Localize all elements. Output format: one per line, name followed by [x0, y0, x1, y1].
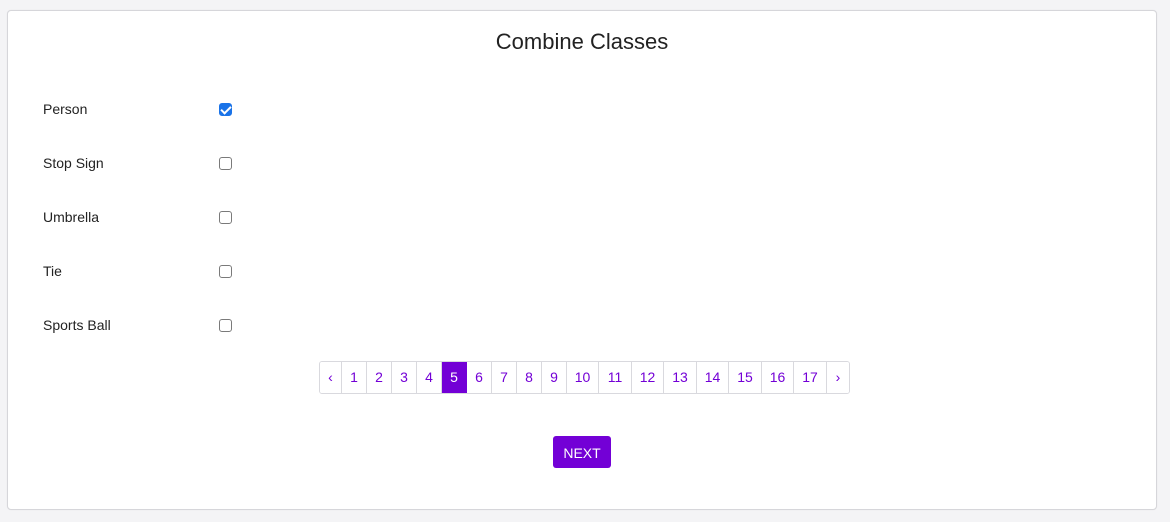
class-checkbox-tie[interactable] — [219, 265, 232, 278]
page-button-12[interactable]: 12 — [632, 362, 664, 393]
combine-classes-card: Combine Classes Person Stop Sign Umbrell… — [7, 10, 1157, 510]
page-button-10[interactable]: 10 — [567, 362, 599, 393]
class-label: Person — [43, 101, 88, 117]
page-button-3[interactable]: 3 — [392, 362, 417, 393]
page-button-11[interactable]: 11 — [599, 362, 632, 393]
class-row-stop-sign: Stop Sign — [8, 155, 408, 185]
page-button-9[interactable]: 9 — [542, 362, 567, 393]
class-checkbox-stop-sign[interactable] — [219, 157, 232, 170]
page-button-13[interactable]: 13 — [664, 362, 697, 393]
class-row-sports-ball: Sports Ball — [8, 317, 408, 347]
page-button-2[interactable]: 2 — [367, 362, 392, 393]
page-button-8[interactable]: 8 — [517, 362, 542, 393]
class-label: Stop Sign — [43, 155, 104, 171]
page-button-7[interactable]: 7 — [492, 362, 517, 393]
page-button-14[interactable]: 14 — [697, 362, 729, 393]
page-button-4[interactable]: 4 — [417, 362, 442, 393]
page-button-1[interactable]: 1 — [342, 362, 367, 393]
class-checkbox-sports-ball[interactable] — [219, 319, 232, 332]
page-button-15[interactable]: 15 — [729, 362, 762, 393]
class-row-tie: Tie — [8, 263, 408, 293]
class-row-umbrella: Umbrella — [8, 209, 408, 239]
class-label: Sports Ball — [43, 317, 111, 333]
class-checkbox-umbrella[interactable] — [219, 211, 232, 224]
page-button-6[interactable]: 6 — [467, 362, 492, 393]
pagination-prev-button[interactable]: ‹ — [320, 362, 342, 393]
class-row-person: Person — [8, 101, 408, 131]
next-button[interactable]: NEXT — [553, 436, 611, 468]
pagination: ‹ 1 2 3 4 5 6 7 8 9 10 11 12 13 14 15 16… — [319, 361, 850, 394]
class-checkbox-person[interactable] — [219, 103, 232, 116]
page-button-17[interactable]: 17 — [794, 362, 827, 393]
pagination-next-button[interactable]: › — [827, 362, 849, 393]
page-title: Combine Classes — [495, 29, 669, 54]
class-label: Umbrella — [43, 209, 100, 225]
page-button-16[interactable]: 16 — [762, 362, 794, 393]
page-button-5[interactable]: 5 — [442, 362, 467, 393]
class-label: Tie — [43, 263, 62, 279]
